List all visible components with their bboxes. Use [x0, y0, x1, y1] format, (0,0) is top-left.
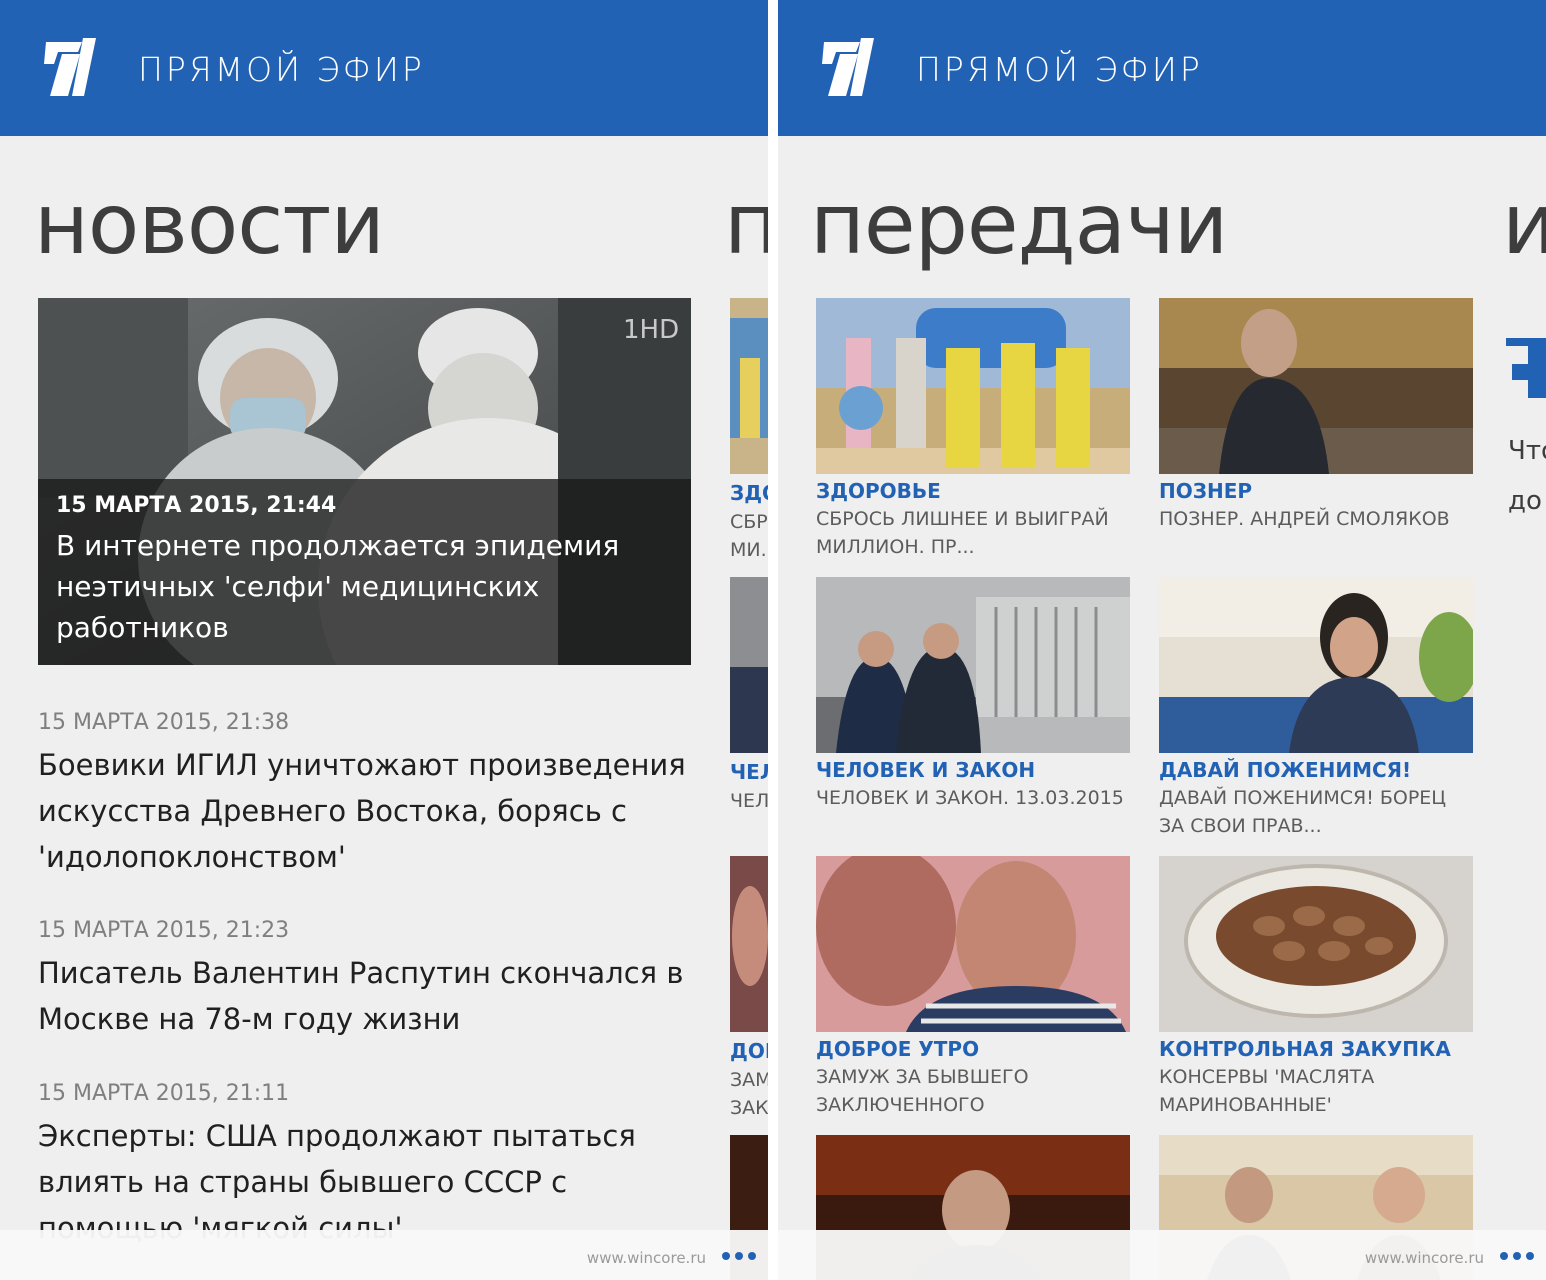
- program-item[interactable]: ЧЕЛОВЕК И ЗАКОН ЧЕЛОВЕК И ЗАКОН. 13.03.2…: [816, 577, 1130, 812]
- program-thumbnail: [1159, 298, 1473, 474]
- news-headline[interactable]: Писатель Валентин Распутин скончался в М…: [38, 950, 698, 1042]
- peek-program-item[interactable]: ДОІ ЗАМ ЗАК: [730, 856, 768, 1122]
- program-title: ЗДОРОВЬЕ: [816, 479, 941, 503]
- ellipsis-dot: [748, 1252, 756, 1260]
- program-subtitle: СБРОСЬ ЛИШНЕЕ И ВЫИГРАЙ МИЛЛИОН. ПР...: [816, 508, 1109, 558]
- news-item[interactable]: 15 МАРТА 2015, 21:38 Боевики ИГИЛ уничто…: [38, 708, 698, 880]
- peek-program-item[interactable]: ЧЕЛ ЧЕЛ: [730, 577, 768, 815]
- ellipsis-dot: [1526, 1252, 1534, 1260]
- ellipsis-dot: [722, 1252, 730, 1260]
- featured-overlay: 15 МАРТА 2015, 21:44 В интернете продолж…: [38, 479, 691, 665]
- header-title[interactable]: ПРЯМОЙ ЭФИР: [916, 50, 1203, 90]
- featured-date: 15 МАРТА 2015, 21:44: [56, 493, 337, 518]
- watermark: www.wincore.ru: [1364, 1249, 1484, 1267]
- program-title: КОНТРОЛЬНАЯ ЗАКУПКА: [1159, 1037, 1451, 1061]
- screen-programs: ПРЯМОЙ ЭФИР передачи и ЗДОРОВЬЕ СБРОСЬ Л…: [778, 0, 1546, 1280]
- ellipsis-dot: [1500, 1252, 1508, 1260]
- peek-title: ДОІ: [730, 1039, 768, 1063]
- featured-headline[interactable]: В интернете продолжается эпидемия неэтич…: [56, 525, 673, 648]
- peek-sub: ЗАМ: [730, 1069, 768, 1091]
- channel-one-logo[interactable]: [814, 34, 874, 100]
- peek-sub: СБР: [730, 511, 768, 533]
- news-date: 15 МАРТА 2015, 21:23: [38, 918, 290, 943]
- app-bar[interactable]: www.wincore.ru: [0, 1230, 768, 1280]
- ellipsis-icon[interactable]: [1500, 1252, 1534, 1260]
- peek-sub: МИ..: [730, 539, 768, 561]
- program-item[interactable]: ДОБРОЕ УТРО ЗАМУЖ ЗА БЫВШЕГО ЗАКЛЮЧЕННОГ…: [816, 856, 1130, 1119]
- header-title[interactable]: ПРЯМОЙ ЭФИР: [138, 50, 425, 90]
- program-title: ДОБРОЕ УТРО: [816, 1037, 980, 1061]
- program-subtitle: ЧЕЛОВЕК И ЗАКОН. 13.03.2015: [816, 787, 1124, 809]
- program-subtitle: ПОЗНЕР. АНДРЕЙ СМОЛЯКОВ: [1159, 508, 1450, 530]
- ellipsis-icon[interactable]: [722, 1252, 756, 1260]
- program-thumbnail: [730, 298, 768, 474]
- peek-program-item[interactable]: ЗДО СБР МИ..: [730, 298, 768, 564]
- news-item[interactable]: 15 МАРТА 2015, 21:11 Эксперты: США продо…: [38, 1079, 698, 1251]
- pivot-next-peek[interactable]: п: [724, 176, 768, 272]
- program-thumbnail: [1159, 856, 1473, 1032]
- screen-news: ПРЯМОЙ ЭФИР новости п 1HD 15 МАРТА 2015,…: [0, 0, 768, 1280]
- program-subtitle: ЗАМУЖ ЗА БЫВШЕГО ЗАКЛЮЧЕННОГО: [816, 1066, 1029, 1116]
- program-item[interactable]: ДАВАЙ ПОЖЕНИМСЯ! ДАВАЙ ПОЖЕНИМСЯ! БОРЕЦ …: [1159, 577, 1473, 840]
- program-thumbnail: [730, 577, 768, 753]
- ellipsis-dot: [1513, 1252, 1521, 1260]
- svg-text:1HD: 1HD: [623, 315, 679, 345]
- channel-one-logo[interactable]: [36, 34, 96, 100]
- app-header: ПРЯМОЙ ЭФИР: [778, 0, 1546, 136]
- watermark: www.wincore.ru: [586, 1249, 706, 1267]
- pivot-news[interactable]: новости: [34, 176, 385, 272]
- news-date: 15 МАРТА 2015, 21:11: [38, 1081, 290, 1106]
- peek-text: Что: [1508, 436, 1546, 466]
- program-item[interactable]: ПОЗНЕР ПОЗНЕР. АНДРЕЙ СМОЛЯКОВ: [1159, 298, 1473, 533]
- pivot-next-peek[interactable]: и: [1502, 176, 1546, 272]
- program-item[interactable]: КОНТРОЛЬНАЯ ЗАКУПКА КОНСЕРВЫ 'МАСЛЯТА МА…: [1159, 856, 1473, 1119]
- peek-title: ЗДО: [730, 481, 768, 505]
- peek-text: до: [1508, 486, 1542, 516]
- peek-sub: ЗАК: [730, 1097, 768, 1119]
- app-bar[interactable]: www.wincore.ru: [778, 1230, 1546, 1280]
- app-header: ПРЯМОЙ ЭФИР: [0, 0, 768, 136]
- news-date: 15 МАРТА 2015, 21:38: [38, 710, 290, 735]
- program-title: ЧЕЛОВЕК И ЗАКОН: [816, 758, 1036, 782]
- program-title: ПОЗНЕР: [1159, 479, 1253, 503]
- news-headline[interactable]: Боевики ИГИЛ уничтожают произведения иск…: [38, 742, 698, 880]
- program-thumbnail: [816, 577, 1130, 753]
- program-subtitle: ДАВАЙ ПОЖЕНИМСЯ! БОРЕЦ ЗА СВОИ ПРАВ...: [1159, 787, 1447, 837]
- program-thumbnail: [816, 856, 1130, 1032]
- pivot-programs[interactable]: передачи: [810, 176, 1228, 272]
- program-thumbnail: [816, 298, 1130, 474]
- plus-icon: [1506, 338, 1546, 398]
- peek-sub: ЧЕЛ: [730, 790, 768, 812]
- featured-news[interactable]: 1HD 15 МАРТА 2015, 21:44 В интернете про…: [38, 298, 691, 665]
- peek-title: ЧЕЛ: [730, 760, 768, 784]
- news-item[interactable]: 15 МАРТА 2015, 21:23 Писатель Валентин Р…: [38, 916, 698, 1042]
- program-item[interactable]: ЗДОРОВЬЕ СБРОСЬ ЛИШНЕЕ И ВЫИГРАЙ МИЛЛИОН…: [816, 298, 1130, 561]
- program-subtitle: КОНСЕРВЫ 'МАСЛЯТА МАРИНОВАННЫЕ': [1159, 1066, 1375, 1116]
- program-thumbnail: [730, 856, 768, 1032]
- program-title: ДАВАЙ ПОЖЕНИМСЯ!: [1159, 758, 1412, 782]
- ellipsis-dot: [735, 1252, 743, 1260]
- program-thumbnail: [1159, 577, 1473, 753]
